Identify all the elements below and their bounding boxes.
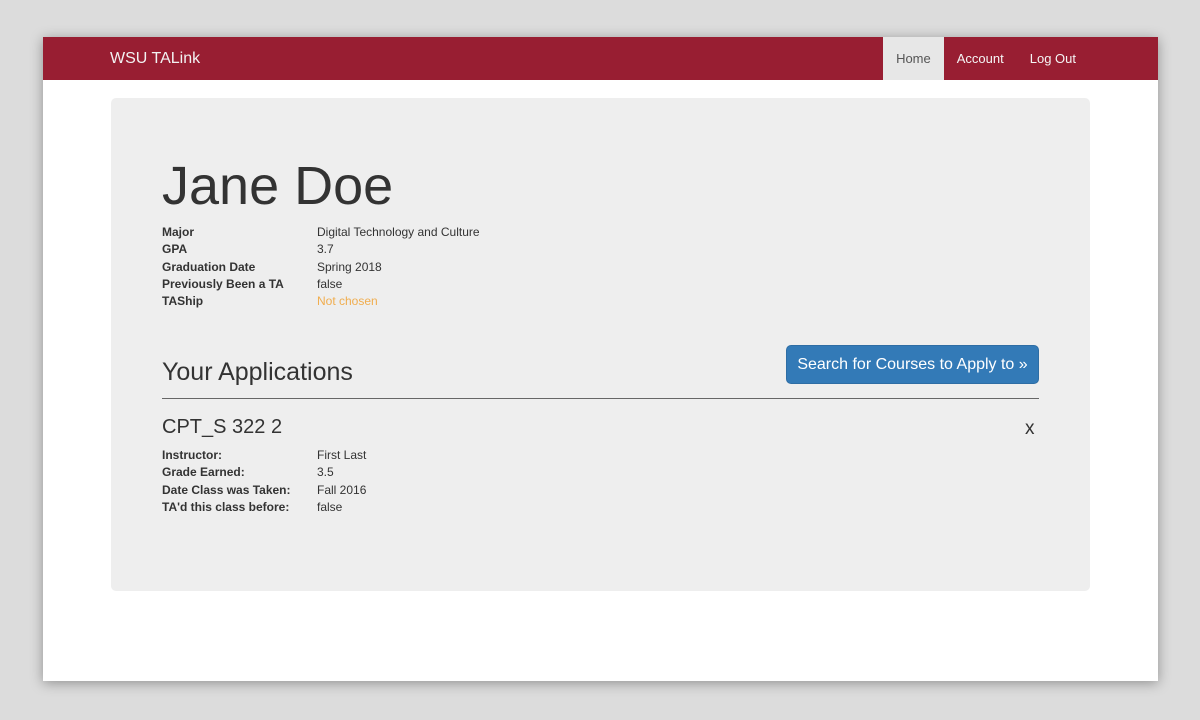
- field-label: Instructor:: [162, 448, 222, 462]
- field-value: false: [317, 499, 343, 514]
- application-details: Instructor: First Last Grade Earned: 3.5…: [162, 447, 582, 516]
- profile-row-previous-ta: Previously Been a TA false: [162, 276, 582, 293]
- taship-status: Not chosen: [317, 294, 378, 309]
- nav-logout[interactable]: Log Out: [1017, 37, 1089, 80]
- field-label: Date Class was Taken:: [162, 482, 291, 497]
- application-course-title: CPT_S 322 2: [162, 416, 283, 438]
- field-value: First Last: [317, 448, 367, 462]
- divider: [162, 398, 1039, 399]
- field-value: 3.7: [317, 242, 334, 257]
- nav-account[interactable]: Account: [944, 37, 1017, 80]
- profile-panel: Jane Doe Major Digital Technology and Cu…: [111, 98, 1090, 591]
- application-row-taed-before: TA'd this class before: false: [162, 499, 582, 516]
- remove-application-button[interactable]: x: [1025, 418, 1035, 440]
- field-label: Previously Been a TA: [162, 276, 284, 291]
- field-label: Graduation Date: [162, 259, 256, 274]
- profile-details: Major Digital Technology and Culture GPA…: [162, 224, 582, 310]
- field-label: TA'd this class before:: [162, 499, 290, 514]
- application-row-date-taken: Date Class was Taken: Fall 2016: [162, 482, 582, 499]
- profile-row-major: Major Digital Technology and Culture: [162, 224, 582, 241]
- field-label: TAShip: [162, 294, 204, 309]
- nav-menu: Home Account Log Out: [883, 37, 1089, 80]
- field-value: Spring 2018: [317, 259, 382, 274]
- field-label: GPA: [162, 242, 188, 257]
- application-row-grade: Grade Earned: 3.5: [162, 464, 582, 481]
- applications-heading: Your Applications: [162, 358, 353, 386]
- search-courses-button[interactable]: Search for Courses to Apply to »: [786, 345, 1039, 384]
- profile-row-gpa: GPA 3.7: [162, 241, 582, 258]
- field-value: Digital Technology and Culture: [317, 225, 480, 239]
- field-value: false: [317, 276, 343, 291]
- student-name: Jane Doe: [162, 156, 394, 216]
- profile-row-graduation: Graduation Date Spring 2018: [162, 259, 582, 276]
- profile-row-taship: TAShip Not chosen: [162, 293, 582, 310]
- browser-window: WSU TALink Home Account Log Out Jane Doe…: [43, 37, 1158, 681]
- field-label: Major: [162, 225, 195, 239]
- field-value: 3.5: [317, 465, 334, 480]
- application-row-instructor: Instructor: First Last: [162, 447, 582, 464]
- navbar: WSU TALink Home Account Log Out: [43, 37, 1158, 80]
- field-label: Grade Earned:: [162, 465, 245, 480]
- field-value: Fall 2016: [317, 482, 367, 497]
- brand-link[interactable]: WSU TALink: [110, 37, 200, 80]
- nav-home[interactable]: Home: [883, 37, 944, 80]
